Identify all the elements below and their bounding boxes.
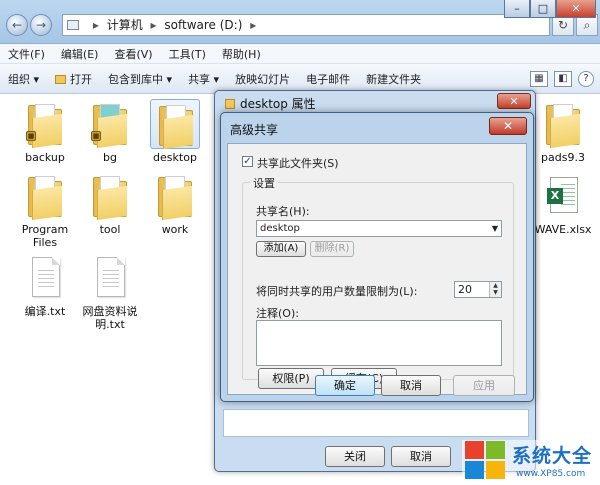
window-controls: – □ ✕ <box>504 0 596 18</box>
file-name: tool <box>99 223 121 236</box>
folder-icon <box>55 74 67 84</box>
file-name: bg <box>103 151 117 164</box>
lock-icon: ■ <box>91 131 101 141</box>
comment-label: 注释(O): <box>256 307 299 320</box>
organize-button[interactable]: 组织 ▾ <box>0 71 47 87</box>
help-icon[interactable]: ? <box>578 70 594 87</box>
apply-button[interactable]: 应用 <box>453 375 515 396</box>
address-segment-drive[interactable]: software (D:) <box>164 18 242 32</box>
file-item-tool[interactable]: tool <box>79 171 141 236</box>
properties-panel <box>223 409 529 437</box>
file-name: desktop <box>153 151 197 164</box>
file-item-desktop[interactable]: desktop <box>144 99 206 164</box>
file-item-bg[interactable]: ■ bg <box>79 99 141 164</box>
file-item-program-files[interactable]: Program Files <box>14 171 76 249</box>
address-bar[interactable]: ▸ 计算机 ▸ software (D:) ▸ <box>62 14 550 36</box>
slideshow-button[interactable]: 放映幻灯片 <box>227 71 298 87</box>
properties-cancel-button[interactable]: 取消 <box>391 446 451 467</box>
chevron-down-icon: ▼ <box>491 224 498 233</box>
properties-title: desktop 属性 <box>225 95 316 112</box>
cancel-button[interactable]: 取消 <box>381 375 441 396</box>
preview-pane-icon[interactable]: ◧ <box>554 70 572 87</box>
folder-icon <box>28 176 62 221</box>
back-arrow-icon[interactable]: ← <box>6 14 28 36</box>
new-folder-button[interactable]: 新建文件夹 <box>358 71 429 87</box>
file-name: backup <box>25 151 65 164</box>
file-name: WAVE.xlsx <box>534 223 592 236</box>
chevron-right-icon: ▸ <box>250 18 257 32</box>
email-button[interactable]: 电子邮件 <box>298 71 358 87</box>
share-name-select[interactable]: desktop ▼ <box>256 220 502 237</box>
view-options-icon[interactable]: ▦ <box>530 70 548 87</box>
folder-icon <box>93 176 127 221</box>
menu-bar: 文件(F) 编辑(E) 查看(V) 工具(T) 帮助(H) <box>0 44 600 64</box>
excel-file-icon: X <box>547 177 578 213</box>
user-limit-spinner[interactable]: 20 ▲ ▼ <box>454 281 502 298</box>
share-with-button[interactable]: 共享 ▾ <box>180 71 227 87</box>
maximize-button[interactable]: □ <box>530 0 556 18</box>
spin-down-icon[interactable]: ▼ <box>489 289 501 297</box>
folder-icon <box>225 99 235 109</box>
share-folder-label: 共享此文件夹(S) <box>257 157 339 170</box>
chevron-right-icon: ▸ <box>92 18 99 32</box>
file-item-backup[interactable]: ■ backup <box>14 99 76 164</box>
user-limit-value: 20 <box>458 283 472 296</box>
menu-help[interactable]: 帮助(H) <box>214 46 269 62</box>
menu-file[interactable]: 文件(F) <box>0 46 53 62</box>
lock-icon: ■ <box>26 131 36 141</box>
open-label: 打开 <box>70 72 93 86</box>
address-segment-computer[interactable]: 计算机 <box>107 18 143 32</box>
file-item-pads[interactable]: pads9.3 <box>532 99 594 164</box>
folder-icon <box>546 104 580 149</box>
forward-arrow-icon[interactable]: → <box>30 14 52 36</box>
menu-view[interactable]: 查看(V) <box>106 46 160 62</box>
minimize-button[interactable]: – <box>504 0 530 18</box>
file-item-compile-txt[interactable]: 编译.txt <box>14 253 76 318</box>
file-item-work[interactable]: work <box>144 171 206 236</box>
properties-close-icon[interactable]: ✕ <box>497 93 531 109</box>
watermark-title: 系统大全 <box>512 445 593 467</box>
explorer-titlebar: ← → ▸ 计算机 ▸ software (D:) ▸ ↻ ⌕ – □ ✕ <box>0 0 600 44</box>
file-name: 编译.txt <box>24 305 66 318</box>
folder-icon <box>159 105 193 150</box>
properties-close-button[interactable]: 关闭 <box>325 446 385 467</box>
dialog-title: 高级共享 <box>230 123 279 137</box>
open-button[interactable]: 打开 <box>47 71 100 87</box>
settings-legend: 设置 <box>250 175 278 191</box>
file-name: Program Files <box>21 223 69 249</box>
advanced-sharing-dialog: 高级共享 ✕ ✓ 共享此文件夹(S) 设置 共享名(H): desktop ▼ … <box>220 112 534 402</box>
dialog-body: ✓ 共享此文件夹(S) 设置 共享名(H): desktop ▼ 添加(A) 删… <box>227 143 527 395</box>
close-button[interactable]: ✕ <box>556 0 596 18</box>
watermark-url: www.XP85.com <box>516 469 586 479</box>
comment-textarea[interactable] <box>256 320 502 366</box>
menu-edit[interactable]: 编辑(E) <box>53 46 107 62</box>
chevron-right-icon: ▸ <box>150 18 157 32</box>
include-in-library-button[interactable]: 包含到库中 ▾ <box>100 71 180 87</box>
text-file-icon <box>32 257 60 297</box>
ok-button[interactable]: 确定 <box>315 375 375 396</box>
folder-icon <box>158 176 192 221</box>
computer-icon <box>67 20 79 30</box>
menu-tools[interactable]: 工具(T) <box>161 46 214 62</box>
dialog-close-icon[interactable]: ✕ <box>489 117 527 135</box>
share-folder-checkbox[interactable]: ✓ <box>242 156 253 167</box>
file-item-netdisk-txt[interactable]: 网盘资料说明.txt <box>79 253 141 331</box>
file-name: 网盘资料说明.txt <box>82 305 138 331</box>
add-button[interactable]: 添加(A) <box>256 241 306 257</box>
windows-logo-icon <box>465 441 507 481</box>
share-name-value: desktop <box>260 223 300 234</box>
share-name-label: 共享名(H): <box>256 205 310 218</box>
file-name: pads9.3 <box>541 151 585 164</box>
text-file-icon <box>97 257 125 297</box>
file-item-wave[interactable]: X WAVE.xlsx <box>532 171 594 236</box>
file-name: work <box>161 223 189 236</box>
user-limit-label: 将同时共享的用户数量限制为(L): <box>256 285 418 298</box>
remove-button[interactable]: 删除(R) <box>310 241 354 257</box>
